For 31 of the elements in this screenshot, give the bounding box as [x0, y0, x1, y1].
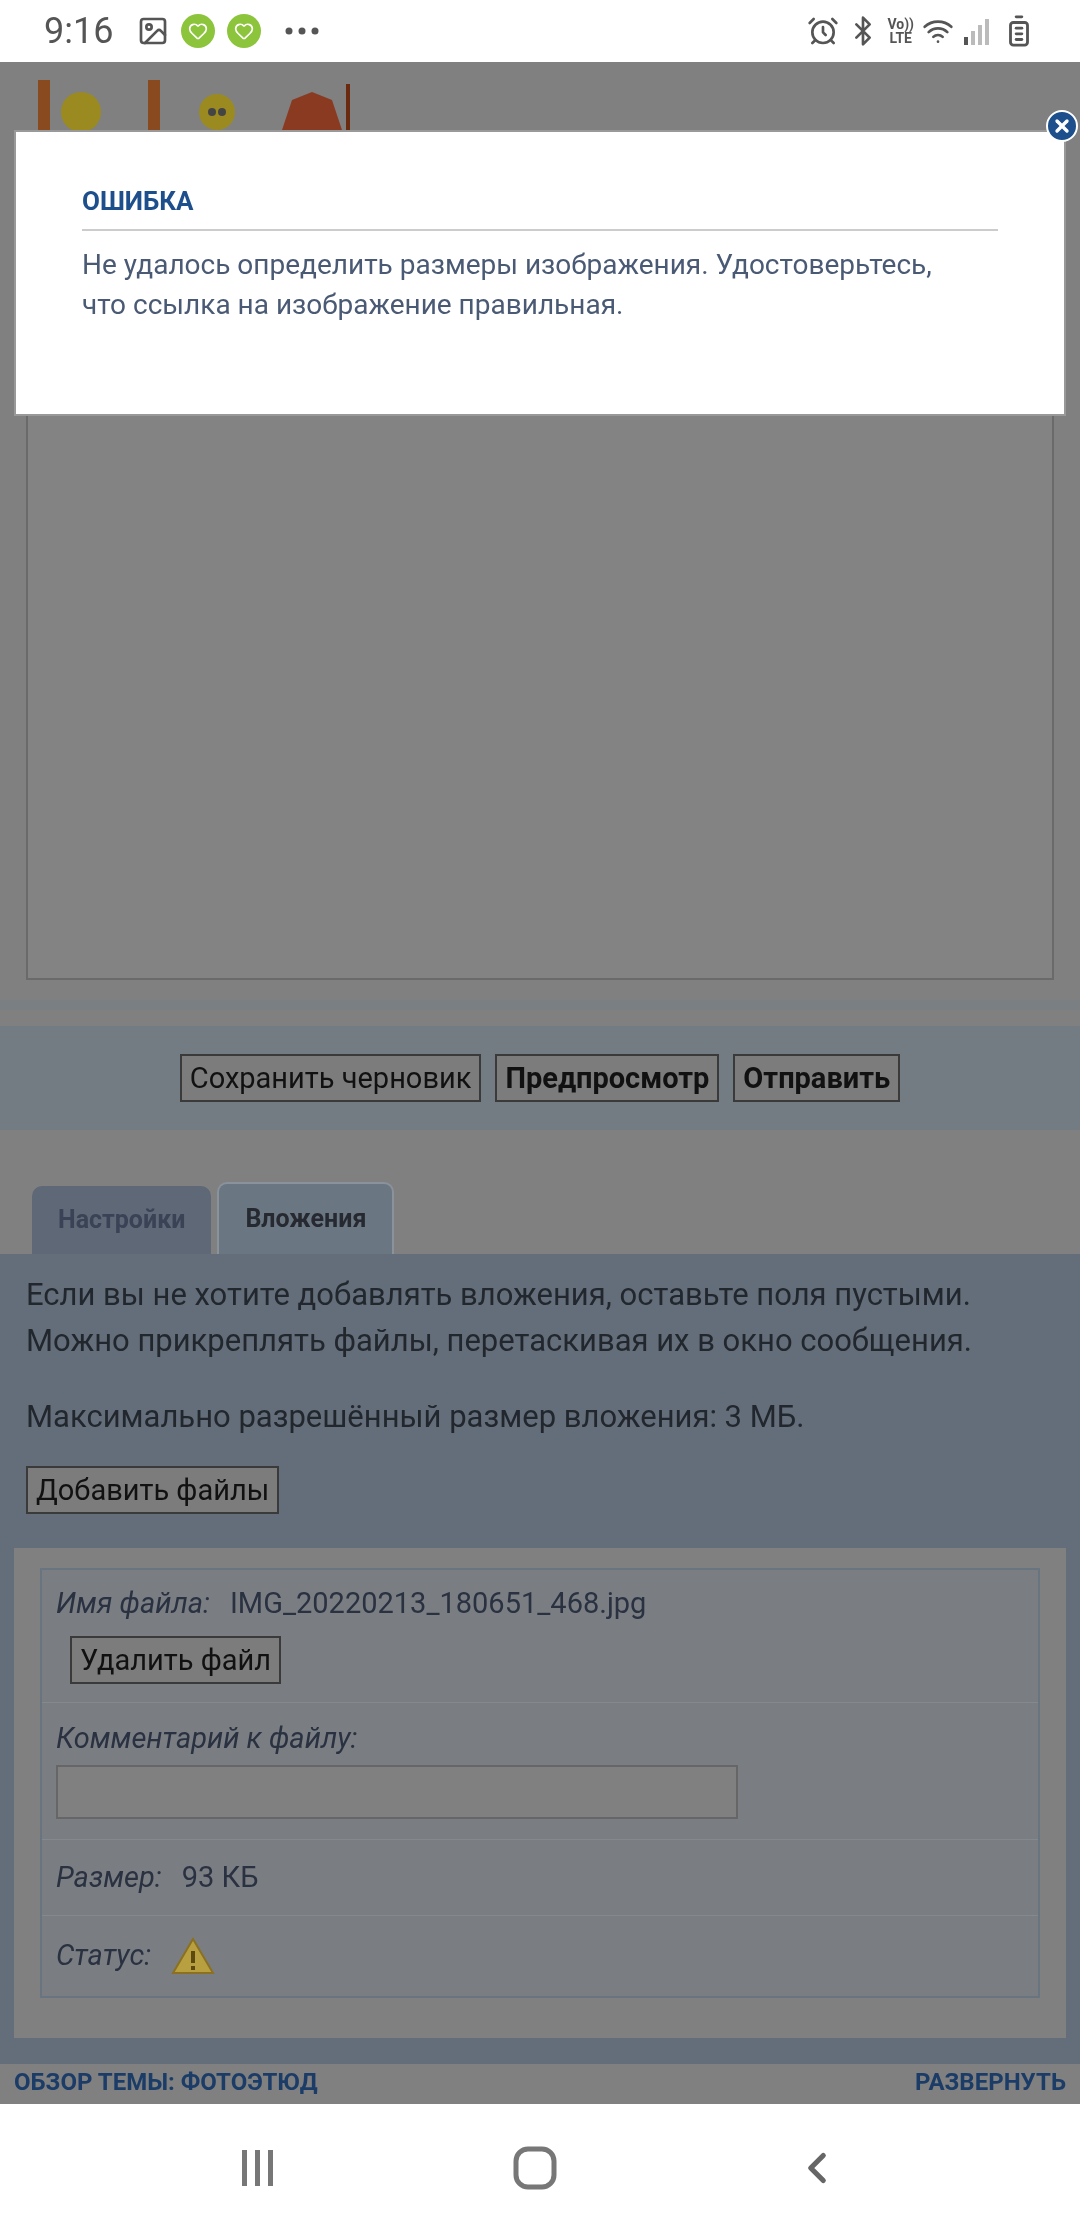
- form-button[interactable]: Предпросмотр: [495, 1053, 720, 1103]
- info-text: Можно прикреплять файлы, перетаскивая их в окно сообщения.: [26, 1321, 973, 1361]
- form-button[interactable]: Отправить: [733, 1053, 901, 1103]
- tab[interactable]: Вложения: [217, 1182, 395, 1254]
- delete-file-button[interactable]: Удалить файл: [70, 1635, 282, 1684]
- file-name-label: Имя файла:: [56, 1585, 210, 1623]
- alarm-icon: [807, 15, 840, 47]
- status-label: Статус:: [56, 1937, 152, 1974]
- dialog-title: ОШИБКА: [82, 182, 998, 231]
- form-button[interactable]: Сохранить черновик: [179, 1053, 482, 1103]
- warning-icon: [171, 1936, 216, 1975]
- file-name: IMG_20220213_180651_468.jpg: [229, 1585, 647, 1623]
- close-button[interactable]: [1046, 110, 1078, 142]
- comment-field[interactable]: [56, 1764, 738, 1819]
- file-size: 93 КБ: [181, 1858, 259, 1896]
- status-time: 9:16: [44, 9, 114, 54]
- dialog-message: Не удалось определить размеры изображения. Удостоверьтесь, что ссылка на изображение правильная.: [82, 247, 933, 323]
- max-size-text: Максимально разрешённый размер вложения: 3 МБ.: [26, 1397, 806, 1437]
- topic-review-title: ОБЗОР ТЕМЫ: ФОТОЭТЮД: [14, 2066, 318, 2098]
- more-icon: [285, 27, 320, 35]
- network-label: LTE: [889, 31, 912, 45]
- app-icon: [227, 14, 262, 48]
- add-files-button[interactable]: Добавить файлы: [26, 1466, 280, 1515]
- size-label: Размер:: [56, 1858, 162, 1896]
- close-icon: [1052, 116, 1072, 136]
- comment-label: Комментарий к файлу:: [56, 1720, 359, 1757]
- app-icon: [181, 14, 216, 48]
- signal-icon: [962, 17, 990, 45]
- home-icon[interactable]: [513, 2145, 557, 2190]
- expand-link[interactable]: РАЗВЕРНУТЬ: [914, 2063, 1066, 2100]
- info-text: Если вы не хотите добавлять вложения, оставьте поля пустыми.: [26, 1275, 972, 1315]
